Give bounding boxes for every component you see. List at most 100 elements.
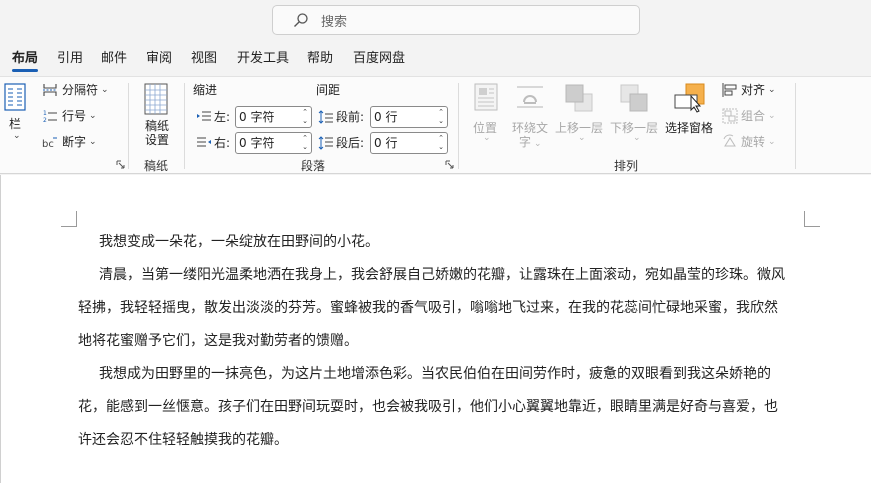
- chevron-down-icon: ⌄: [534, 139, 542, 149]
- chevron-down-icon: ⌄: [89, 136, 97, 147]
- wrap-text-button[interactable]: 环绕文 字 ⌄: [510, 81, 550, 149]
- search-box[interactable]: 搜索: [272, 5, 640, 35]
- paragraph-line: 花，能感到一丝惬意。孩子们在田野间玩耍时，也会被我吸引，他们小心翼翼地靠近，眼睛…: [78, 399, 778, 415]
- tab-developer[interactable]: 开发工具: [237, 48, 289, 72]
- hyphenation-button[interactable]: bc 断字 ⌄: [42, 133, 97, 150]
- separator: [184, 83, 185, 169]
- tab-view[interactable]: 视图: [191, 48, 217, 72]
- chevron-down-icon: ⌄: [101, 84, 109, 95]
- spinner-arrows-icon[interactable]: ⌃ ⌄: [438, 134, 444, 152]
- separator: [128, 83, 129, 169]
- indent-right-label: 右:: [214, 136, 231, 150]
- selection-pane-icon: [674, 83, 705, 113]
- line-numbers-label: 行号: [62, 109, 87, 123]
- position-icon: [474, 83, 498, 111]
- indent-left-label-wrap: 左:: [196, 108, 230, 125]
- chevron-down-icon: ⌄: [633, 133, 641, 143]
- spinner-arrows-icon[interactable]: ⌃ ⌄: [302, 134, 308, 152]
- search-icon: [294, 13, 308, 28]
- chevron-down-icon: ⌄: [13, 131, 21, 141]
- indent-right-icon: [197, 137, 211, 146]
- margin-corner-top-left: [61, 211, 77, 227]
- bring-forward-button[interactable]: 上移一层 ⌄: [555, 81, 605, 149]
- manuscript-group-label: 稿纸: [144, 159, 169, 173]
- ribbon-tabs: 布局 引用 邮件 审阅 视图 开发工具 帮助 百度网盘: [0, 48, 871, 72]
- columns-icon: [4, 83, 26, 111]
- selection-pane-label: 选择窗格: [665, 121, 714, 135]
- paragraph-line: 地将花蜜赠予它们，这是我对勤劳者的馈赠。: [78, 333, 358, 349]
- spacing-title: 间距: [316, 83, 341, 97]
- spacing-before-label-wrap: 段前:: [318, 108, 364, 125]
- send-backward-icon: [620, 84, 648, 112]
- paragraph-line: 我想变成一朵花，一朵绽放在田野间的小花。: [99, 234, 379, 250]
- indent-left-input[interactable]: 0 字符 ⌃ ⌄: [235, 106, 312, 128]
- manuscript-label: 稿纸 设置: [144, 119, 169, 147]
- rotate-label: 旋转: [741, 135, 766, 149]
- bring-forward-icon: [565, 84, 593, 112]
- spacing-before-value: 0 行: [374, 110, 398, 124]
- group-objects-button[interactable]: 组合 ⌄: [722, 107, 776, 124]
- tab-help[interactable]: 帮助: [307, 48, 333, 72]
- separator: [795, 83, 796, 169]
- chevron-down-icon: ⌄: [89, 110, 97, 121]
- manuscript-icon: [144, 83, 168, 115]
- manuscript-button[interactable]: 稿纸 设置: [137, 81, 177, 149]
- align-icon: [722, 82, 737, 97]
- wrap-text-label-2: 字 ⌄: [519, 133, 542, 150]
- breaks-icon: [43, 83, 57, 96]
- svg-text:2: 2: [43, 117, 47, 124]
- breaks-label: 分隔符: [62, 83, 99, 97]
- spacing-after-label: 段后:: [336, 136, 365, 150]
- hyphenation-label: 断字: [62, 135, 87, 149]
- tab-layout[interactable]: 布局: [12, 48, 39, 72]
- wrap-text-label-2-text: 字: [519, 135, 532, 149]
- spinner-arrows-icon[interactable]: ⌃ ⌄: [302, 108, 308, 126]
- columns-label: 栏: [9, 117, 22, 131]
- paragraph-line: 我想成为田野里的一抹亮色，为这片土地增添色彩。当农民伯伯在田间劳作时，疲惫的双眼…: [99, 366, 771, 382]
- group-label: 组合: [741, 109, 766, 123]
- arrange-group-label: 排列: [614, 159, 639, 173]
- chevron-down-icon: ⌄: [768, 110, 776, 121]
- spacing-after-icon: [318, 135, 333, 150]
- tab-mailings[interactable]: 邮件: [101, 48, 127, 72]
- wrap-text-icon: [517, 86, 543, 108]
- tab-review[interactable]: 审阅: [146, 48, 172, 72]
- breaks-button[interactable]: 分隔符 ⌄: [42, 81, 109, 98]
- paragraph-launcher-icon[interactable]: [445, 160, 454, 169]
- paragraph-line: 清晨，当第一缕阳光温柔地洒在我身上，我会舒展自己娇嫩的花瓣，让露珠在上面滚动，宛…: [99, 267, 785, 283]
- indent-right-input[interactable]: 0 字符 ⌃ ⌄: [235, 132, 312, 154]
- title-bar: 搜索: [0, 0, 871, 44]
- send-backward-button[interactable]: 下移一层 ⌄: [610, 81, 660, 149]
- paragraph-line: 轻拂，我轻轻摇曳，散发出淡淡的芬芳。蜜蜂被我的香气吸引，嗡嗡地飞过来，在我的花蕊…: [78, 300, 778, 316]
- chevron-down-icon: ⌄: [483, 133, 491, 143]
- page-setup-launcher-icon[interactable]: [116, 160, 125, 169]
- margin-corner-top-right: [804, 211, 820, 227]
- spacing-before-input[interactable]: 0 行 ⌃ ⌄: [370, 106, 448, 128]
- spacing-after-label-wrap: 段后:: [318, 134, 364, 151]
- rotate-icon: [723, 133, 736, 146]
- document-page[interactable]: 我想变成一朵花，一朵绽放在田野间的小花。 清晨，当第一缕阳光温柔地洒在我身上，我…: [0, 175, 871, 483]
- indent-title: 缩进: [193, 83, 218, 97]
- indent-left-icon: [197, 111, 211, 120]
- position-button[interactable]: 位置 ⌄: [468, 81, 504, 149]
- columns-button[interactable]: 栏 ⌄: [4, 83, 26, 143]
- spacing-after-input[interactable]: 0 行 ⌃ ⌄: [370, 132, 448, 154]
- chevron-down-icon: ⌄: [768, 136, 776, 147]
- search-placeholder: 搜索: [321, 14, 348, 30]
- group-icon: [722, 108, 738, 123]
- spacing-before-label: 段前:: [336, 110, 365, 124]
- indent-left-value: 0 字符: [239, 110, 275, 124]
- tab-references[interactable]: 引用: [57, 48, 83, 72]
- align-button[interactable]: 对齐 ⌄: [722, 81, 776, 98]
- chevron-down-icon: ⌄: [768, 84, 776, 95]
- spacing-after-value: 0 行: [374, 136, 398, 150]
- indent-right-value: 0 字符: [239, 136, 275, 150]
- line-numbers-button[interactable]: 12 行号 ⌄: [42, 107, 97, 124]
- line-numbers-icon: 12: [43, 110, 57, 124]
- tab-baidu-netdisk[interactable]: 百度网盘: [353, 48, 405, 72]
- spinner-arrows-icon[interactable]: ⌃ ⌄: [438, 108, 444, 126]
- rotate-button[interactable]: 旋转 ⌄: [722, 133, 776, 150]
- align-label: 对齐: [741, 83, 766, 97]
- selection-pane-button[interactable]: 选择窗格: [664, 81, 714, 137]
- hyphenation-icon: bc: [42, 137, 57, 150]
